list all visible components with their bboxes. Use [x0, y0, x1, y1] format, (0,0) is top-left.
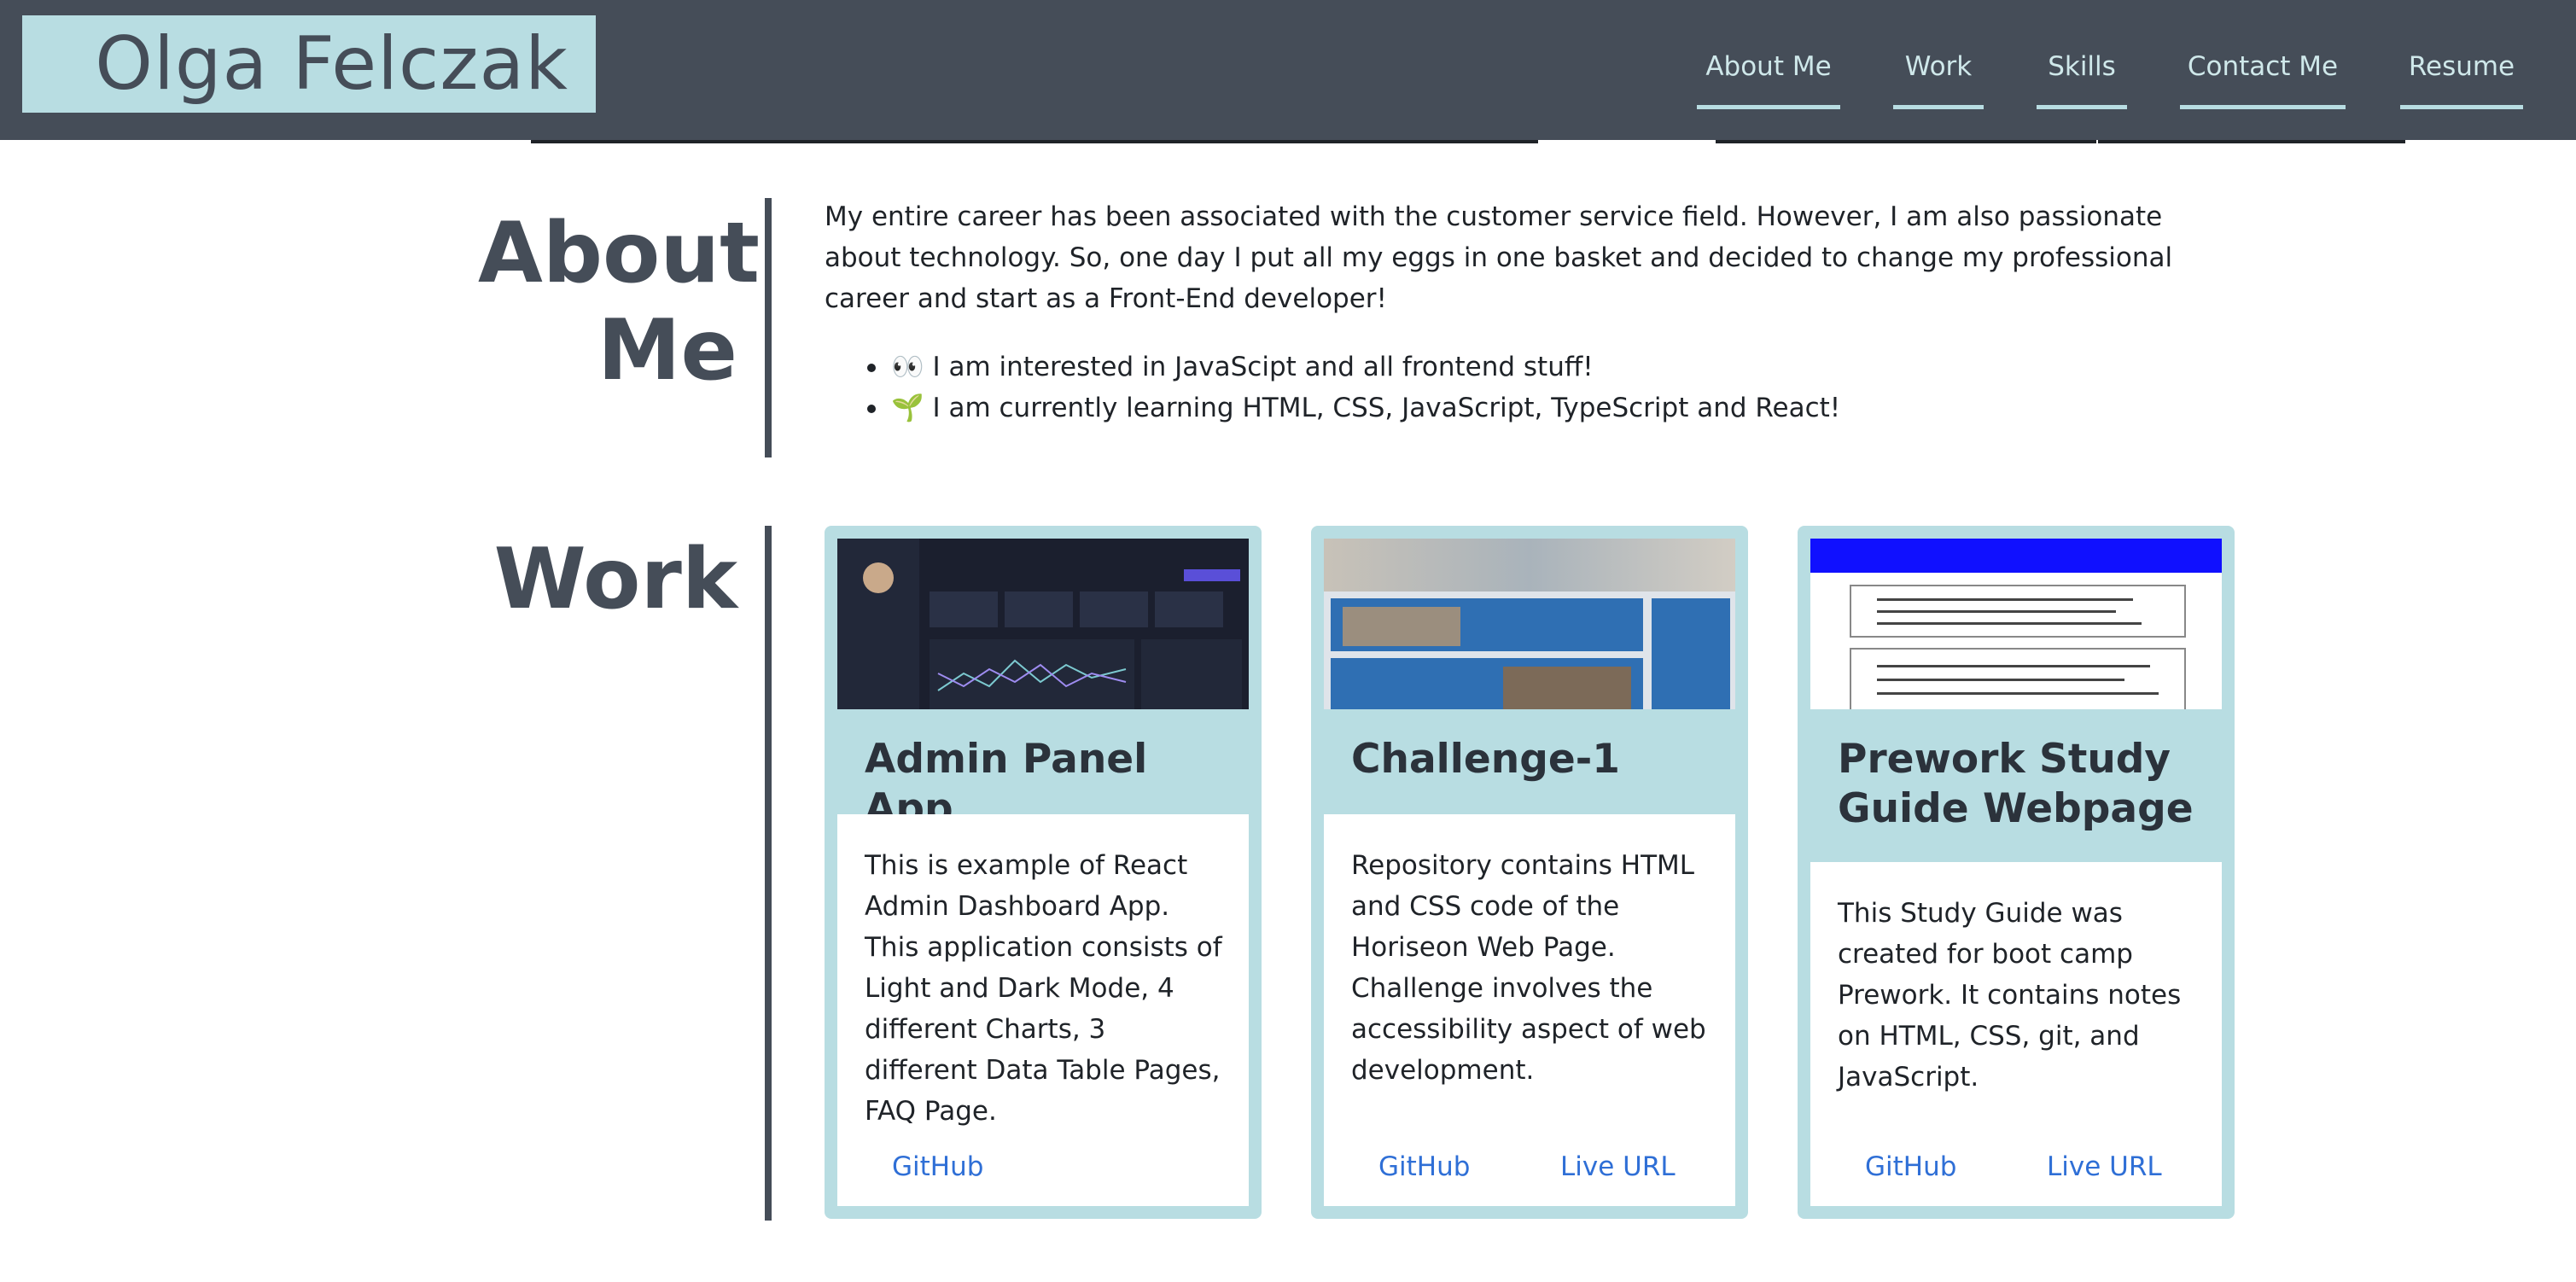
live-url-link[interactable]: Live URL: [1560, 1151, 1676, 1182]
project-screenshot[interactable]: [837, 539, 1249, 709]
dashboard-thumbnail: [837, 539, 1249, 709]
project-screenshot[interactable]: [1810, 539, 2222, 709]
about-heading-line1: About: [478, 205, 760, 302]
webpage-thumbnail: [1324, 539, 1735, 709]
project-screenshot[interactable]: [1324, 539, 1735, 709]
project-description: Repository contains HTML and CSS code of…: [1351, 850, 1706, 1086]
site-header: Olga Felczak About Me Work Skills Contac…: [0, 0, 2576, 140]
logo-text: Olga Felczak: [95, 21, 568, 107]
live-url-link[interactable]: Live URL: [2047, 1151, 2162, 1182]
project-title: Prework Study Guide Webpage: [1838, 736, 2194, 832]
nav-resume[interactable]: Resume: [2400, 48, 2523, 109]
header-shadow-line: [1716, 140, 2096, 143]
project-card: Challenge-1 Repository contains HTML and…: [1311, 526, 1748, 1219]
github-link[interactable]: GitHub: [1865, 1151, 1956, 1182]
project-description: This Study Guide was created for boot ca…: [1838, 898, 2182, 1093]
about-divider: [765, 198, 772, 457]
work-heading: Work: [493, 531, 737, 628]
site-logo[interactable]: Olga Felczak: [22, 15, 596, 113]
study-guide-thumbnail: [1810, 539, 2222, 709]
project-body: This is example of React Admin Dashboard…: [837, 814, 1249, 1206]
nav-work[interactable]: Work: [1893, 48, 1984, 109]
nav-skills[interactable]: Skills: [2037, 48, 2127, 109]
github-link[interactable]: GitHub: [892, 1151, 983, 1182]
about-heading-line2: Me: [597, 302, 737, 399]
header-shadow-line: [531, 140, 1538, 143]
about-paragraph: My entire career has been associated wit…: [825, 201, 2173, 314]
nav-about-me[interactable]: About Me: [1697, 48, 1840, 109]
project-body: This Study Guide was created for boot ca…: [1810, 862, 2222, 1206]
project-title: Challenge-1: [1351, 736, 1620, 783]
about-list: 👀 I am interested in JavaScipt and all f…: [867, 347, 1840, 428]
about-list-item: 🌱 I am currently learning HTML, CSS, Jav…: [867, 388, 1840, 428]
nav-contact-me[interactable]: Contact Me: [2180, 48, 2346, 109]
project-card: Admin Panel App This is example of React…: [825, 526, 1262, 1219]
project-body: Repository contains HTML and CSS code of…: [1324, 814, 1735, 1206]
work-divider: [765, 526, 772, 1221]
about-heading: About Me: [478, 205, 760, 399]
github-link[interactable]: GitHub: [1378, 1151, 1470, 1182]
project-card: Prework Study Guide Webpage This Study G…: [1798, 526, 2235, 1219]
header-shadow-line: [2098, 140, 2405, 143]
project-description: This is example of React Admin Dashboard…: [865, 850, 1222, 1127]
about-list-item: 👀 I am interested in JavaScipt and all f…: [867, 347, 1840, 388]
